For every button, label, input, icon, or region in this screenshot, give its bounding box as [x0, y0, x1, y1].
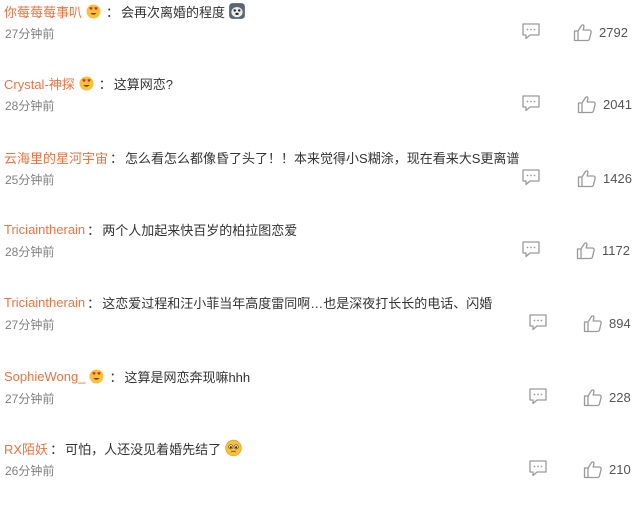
thumbs-up-icon — [573, 23, 592, 41]
thumbs-up-icon — [577, 95, 596, 113]
pleading-face-emoji-icon — [225, 439, 242, 457]
heart-eyes-emoji-icon — [89, 369, 104, 384]
comment-list: 你莓莓莓事叭 ： 会再次离婚的程度 27分钟前 2792 Crystal-神探 … — [0, 0, 640, 494]
comment-text: 可怕，人还没见着婚先结了 — [65, 441, 222, 457]
comment-item: 你莓莓莓事叭 ： 会再次离婚的程度 27分钟前 2792 — [0, 0, 640, 72]
reply-icon[interactable] — [521, 22, 541, 40]
like-count: 1172 — [602, 242, 630, 258]
like-button[interactable]: 228 — [583, 387, 631, 407]
comment-item: 云海里的星河宇宙 ： 怎么看怎么都像昏了头了！！本来觉得小S糊涂，现在看来大S更… — [0, 146, 640, 218]
comment-text: 两个人加起来快百岁的柏拉图恋爱 — [102, 222, 298, 238]
reply-icon[interactable] — [521, 168, 541, 186]
comment-time: 27分钟前 — [5, 318, 55, 332]
reply-icon[interactable] — [528, 313, 548, 331]
reply-icon[interactable] — [528, 459, 548, 477]
comment-time: 27分钟前 — [5, 27, 55, 41]
like-count: 894 — [609, 315, 631, 331]
comment-text: 这恋爱过程和汪小菲当年高度雷同啊…也是深夜打长长的电话、闪婚 — [102, 295, 493, 311]
comment-time: 27分钟前 — [5, 392, 55, 406]
reply-icon[interactable] — [528, 387, 548, 405]
comment-text: 会再次离婚的程度 — [121, 4, 226, 20]
like-button[interactable]: 2792 — [573, 22, 628, 42]
comment-time: 26分钟前 — [5, 464, 55, 478]
comment-text: 怎么看怎么都像昏了头了！！本来觉得小S糊涂，现在看来大S更离谱 — [125, 150, 520, 166]
comment-item: Crystal-神探 ： 这算网恋? 28分钟前 2041 — [0, 72, 640, 144]
like-button[interactable]: 894 — [583, 313, 631, 333]
comment-item: Triciaintherain ： 两个人加起来快百岁的柏拉图恋爱 28分钟前 … — [4, 221, 630, 260]
heart-eyes-emoji-icon — [86, 4, 101, 19]
comment-time: 28分钟前 — [5, 99, 55, 113]
reply-icon[interactable] — [521, 240, 541, 258]
comment-item: Triciaintherain ： 这恋爱过程和汪小菲当年高度雷同啊…也是深夜打… — [4, 294, 631, 333]
thumbs-up-icon — [583, 460, 602, 478]
like-button[interactable]: 1172 — [576, 240, 630, 260]
thumbs-up-icon — [583, 314, 602, 332]
comment-username[interactable]: Triciaintherain — [4, 295, 85, 310]
like-button[interactable]: 1426 — [577, 168, 632, 188]
comment-username[interactable]: SophieWong_ — [4, 369, 85, 384]
comment-username[interactable]: RX陌妖 — [4, 439, 48, 458]
thumbs-up-icon — [583, 388, 602, 406]
comment-text: 这算网恋? — [113, 76, 174, 92]
comment-time: 25分钟前 — [5, 173, 55, 187]
like-count: 2792 — [599, 24, 628, 40]
comment-text: 这算是网恋奔现嘛hhh — [124, 369, 251, 385]
like-count: 228 — [609, 389, 631, 405]
comment-item: SophieWong_ ： 这算是网恋奔现嘛hhh 27分钟前 228 — [4, 368, 631, 407]
thumbs-up-icon — [577, 169, 596, 187]
dog-face-emoji-icon — [229, 3, 245, 19]
comment-item: RX陌妖 ： 可怕，人还没见着婚先结了 26分钟前 210 — [0, 437, 640, 509]
like-count: 210 — [609, 461, 631, 477]
like-count: 2041 — [603, 96, 632, 112]
reply-icon[interactable] — [521, 94, 541, 112]
comment-username[interactable]: 云海里的星河宇宙 — [4, 148, 108, 167]
comment-username[interactable]: 你莓莓莓事叭 — [4, 2, 82, 21]
like-button[interactable]: 2041 — [577, 94, 632, 114]
heart-eyes-emoji-icon — [79, 76, 94, 91]
thumbs-up-icon — [576, 241, 595, 259]
like-button[interactable]: 210 — [583, 459, 631, 479]
comment-username[interactable]: Crystal-神探 — [4, 74, 75, 93]
like-count: 1426 — [603, 170, 632, 186]
comment-time: 28分钟前 — [5, 245, 55, 259]
comment-username[interactable]: Triciaintherain — [4, 222, 85, 237]
